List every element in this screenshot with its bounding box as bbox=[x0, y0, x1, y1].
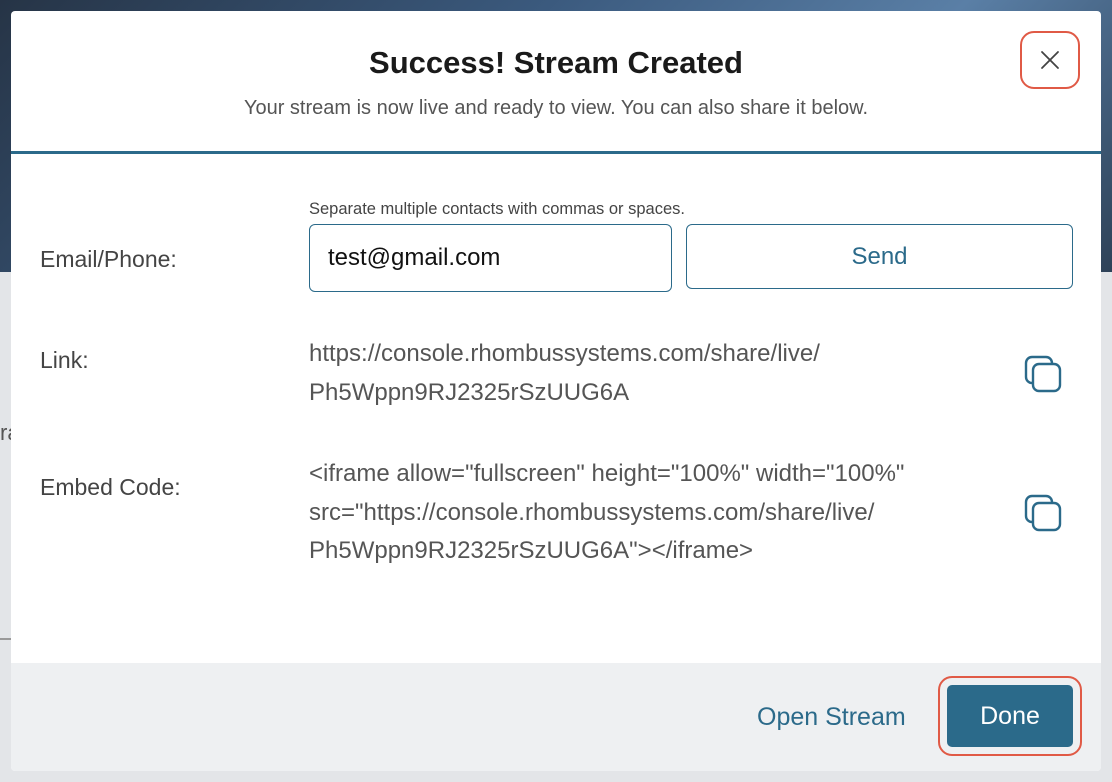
email-phone-input[interactable] bbox=[309, 224, 672, 292]
dialog-subtitle: Your stream is now live and ready to vie… bbox=[243, 97, 869, 119]
embed-code: <iframe allow="fullscreen" height="100%"… bbox=[309, 455, 904, 571]
dialog-header: Success! Stream Created Your stream is n… bbox=[11, 11, 1101, 154]
share-link-line-1: https://console.rhombussystems.com/share… bbox=[309, 340, 820, 367]
stream-created-dialog: Success! Stream Created Your stream is n… bbox=[11, 11, 1101, 771]
share-link: https://console.rhombussystems.com/share… bbox=[309, 335, 820, 412]
share-link-line-2: Ph5Wppn9RJ2325rSzUUG6A bbox=[309, 378, 630, 406]
copy-link-button[interactable] bbox=[1023, 354, 1063, 394]
email-phone-label: Email/Phone: bbox=[40, 246, 177, 272]
dialog-title: Success! Stream Created bbox=[369, 45, 743, 80]
embed-code-line-2: src="https://console.rhombussystems.com/… bbox=[309, 498, 875, 526]
close-icon bbox=[1041, 51, 1059, 69]
copy-icon bbox=[1024, 355, 1062, 393]
contacts-hint: Separate multiple contacts with commas o… bbox=[309, 200, 685, 218]
send-button[interactable]: Send bbox=[686, 224, 1073, 289]
done-button[interactable]: Done bbox=[947, 685, 1073, 747]
close-button[interactable] bbox=[1020, 31, 1080, 89]
embed-code-line-1: <iframe allow="fullscreen" height="100%"… bbox=[309, 460, 905, 487]
copy-embed-code-button[interactable] bbox=[1023, 493, 1063, 533]
embed-code-label: Embed Code: bbox=[40, 474, 181, 500]
embed-code-line-3: Ph5Wppn9RJ2325rSzUUG6A"></iframe> bbox=[309, 537, 754, 564]
copy-icon bbox=[1024, 494, 1062, 532]
link-label: Link: bbox=[40, 347, 89, 373]
open-stream-link[interactable]: Open Stream bbox=[757, 703, 906, 732]
